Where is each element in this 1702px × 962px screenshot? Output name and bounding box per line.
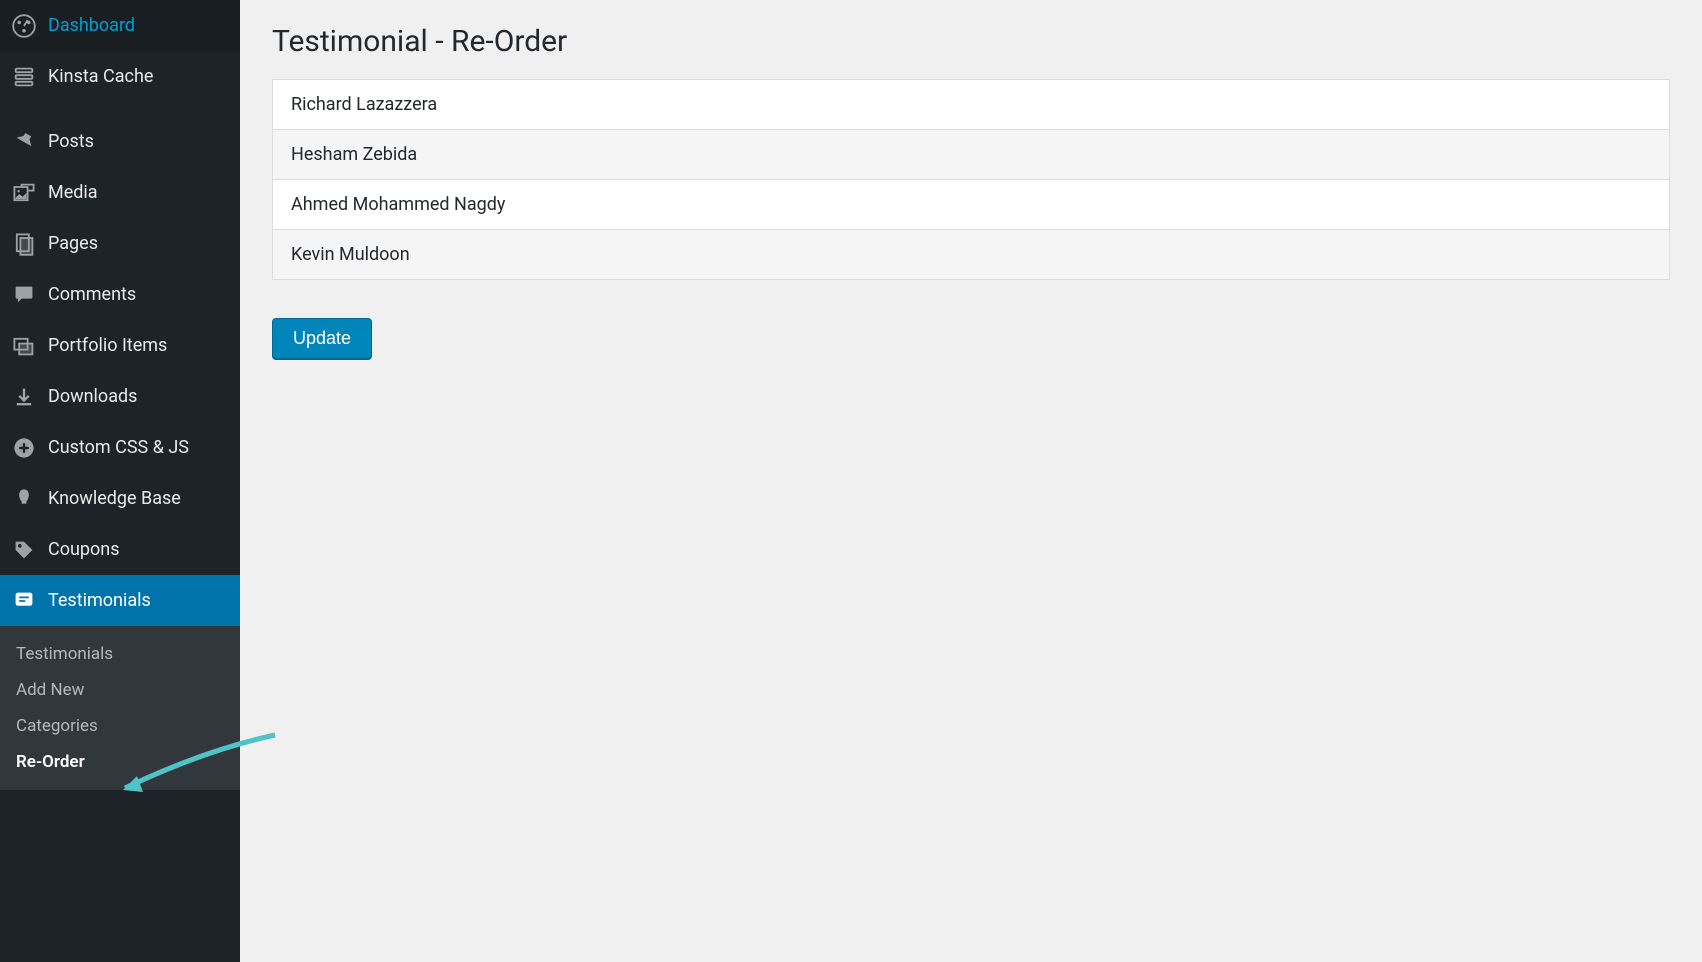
page-title: Testimonial - Re-Order (272, 24, 1670, 59)
tag-icon (12, 538, 36, 562)
list-item[interactable]: Ahmed Mohammed Nagdy (272, 180, 1670, 230)
pages-icon (12, 232, 36, 256)
sidebar-item-comments[interactable]: Comments (0, 269, 240, 320)
submenu-item-add-new[interactable]: Add New (0, 672, 240, 708)
list-item[interactable]: Richard Lazazzera (272, 79, 1670, 130)
sidebar-item-posts[interactable]: Posts (0, 116, 240, 167)
update-button[interactable]: Update (272, 318, 372, 359)
pin-icon (12, 130, 36, 154)
testimonials-submenu: Testimonials Add New Categories Re-Order (0, 626, 240, 790)
dashboard-icon (12, 14, 36, 38)
lightbulb-icon (12, 487, 36, 511)
main-content: Testimonial - Re-Order Richard Lazazzera… (240, 0, 1702, 962)
sidebar-item-label: Kinsta Cache (48, 66, 153, 87)
media-icon (12, 181, 36, 205)
plus-circle-icon (12, 436, 36, 460)
menu-separator (0, 102, 240, 116)
submenu-item-reorder[interactable]: Re-Order (0, 744, 240, 780)
sidebar-item-pages[interactable]: Pages (0, 218, 240, 269)
sidebar-item-label: Comments (48, 284, 136, 305)
submenu-item-testimonials[interactable]: Testimonials (0, 636, 240, 672)
sidebar-item-label: Portfolio Items (48, 335, 167, 356)
sidebar-item-label: Custom CSS & JS (48, 437, 189, 458)
sidebar-item-label: Downloads (48, 386, 137, 407)
cache-icon (12, 65, 36, 89)
sidebar-item-downloads[interactable]: Downloads (0, 371, 240, 422)
sidebar-item-coupons[interactable]: Coupons (0, 524, 240, 575)
sidebar-item-knowledge-base[interactable]: Knowledge Base (0, 473, 240, 524)
list-item[interactable]: Kevin Muldoon (272, 230, 1670, 280)
sidebar-item-portfolio[interactable]: Portfolio Items (0, 320, 240, 371)
sidebar-item-label: Coupons (48, 539, 120, 560)
sidebar-item-custom-css-js[interactable]: Custom CSS & JS (0, 422, 240, 473)
testimonials-icon (12, 589, 36, 613)
admin-sidebar: Dashboard Kinsta Cache Posts Media Pages… (0, 0, 240, 962)
sidebar-item-label: Pages (48, 233, 98, 254)
sidebar-item-kinsta-cache[interactable]: Kinsta Cache (0, 51, 240, 102)
submenu-item-categories[interactable]: Categories (0, 708, 240, 744)
sidebar-item-label: Dashboard (48, 15, 135, 36)
sidebar-item-media[interactable]: Media (0, 167, 240, 218)
portfolio-icon (12, 334, 36, 358)
sidebar-item-label: Testimonials (48, 590, 151, 611)
comments-icon (12, 283, 36, 307)
sidebar-item-label: Knowledge Base (48, 488, 181, 509)
sidebar-item-testimonials[interactable]: Testimonials (0, 575, 240, 626)
downloads-icon (12, 385, 36, 409)
sidebar-item-label: Posts (48, 131, 94, 152)
sidebar-item-label: Media (48, 182, 98, 203)
list-item[interactable]: Hesham Zebida (272, 130, 1670, 180)
reorder-list: Richard Lazazzera Hesham Zebida Ahmed Mo… (272, 79, 1670, 280)
sidebar-item-dashboard[interactable]: Dashboard (0, 0, 240, 51)
